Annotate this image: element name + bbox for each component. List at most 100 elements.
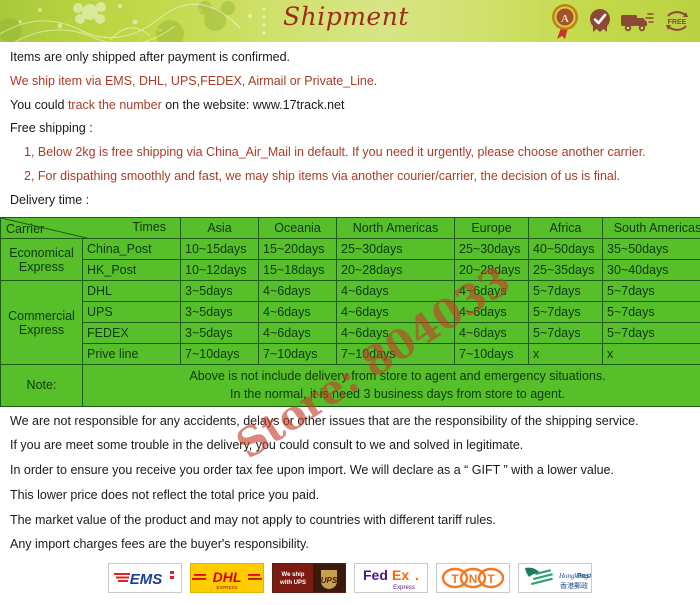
cell-china-post-africa: 40~50days: [528, 238, 603, 261]
disclaimer-line: This lower price does not reflect the to…: [10, 487, 320, 502]
svg-text:DHL: DHL: [213, 569, 242, 585]
region-header-oceania: Oceania: [258, 217, 337, 240]
cell-china-post-north-americas: 25~30days: [336, 238, 455, 261]
cell-hk-post-asia: 10~12days: [180, 259, 259, 282]
region-header-asia: Asia: [180, 217, 259, 240]
ups-logo-icon: We ship with UPS UPS: [273, 564, 345, 592]
tracking-website: on the website: www.17track.net: [161, 97, 345, 112]
free-shipping-item-1: 1, Below 2kg is free shipping via China_…: [24, 145, 646, 159]
table-row: Commercial Express DHL 3~5days 4~6days 4~…: [0, 280, 700, 366]
cell-prive-line-africa-unavailable: x: [528, 343, 603, 366]
cell-prive-line-oceania: 7~10days: [258, 343, 337, 366]
intro-line-carriers: We ship item via EMS, DHL, UPS,FEDEX, Ai…: [10, 73, 378, 88]
cell-dhl-south-americas: 5~7days: [602, 280, 700, 303]
cell-china-post-oceania: 15~20days: [258, 238, 337, 261]
group-label-commercial-express: Commercial Express: [0, 280, 83, 366]
region-header-europe: Europe: [454, 217, 529, 240]
carrier-name-china-post: China_Post: [82, 238, 181, 261]
ups-logo: We ship with UPS UPS: [272, 563, 346, 593]
svg-text:UPS: UPS: [321, 576, 338, 585]
svg-text:T: T: [487, 572, 495, 586]
ems-logo-icon: EMS: [114, 571, 174, 588]
cell-ups-africa: 5~7days: [528, 301, 603, 324]
cell-fedex-europe: 4~6days: [454, 322, 529, 345]
table-row: UPS 3~5days 4~6days 4~6days 4~6days 5~7d…: [1, 301, 700, 324]
hongkong-post-logo-icon: Hongkong Post 香港郵政: [525, 567, 591, 590]
region-header-south-americas: South Americas: [602, 217, 700, 240]
shipment-page: Shipment A FREE Items are only shipped a…: [0, 0, 700, 605]
cell-hk-post-south-americas: 30~40days: [602, 259, 700, 282]
cell-ups-oceania: 4~6days: [258, 301, 337, 324]
cell-prive-line-asia: 7~10days: [180, 343, 259, 366]
table-row: Prive line 7~10days 7~10days 7~10days 7~…: [1, 343, 700, 366]
header-banner: Shipment A FREE: [0, 0, 700, 42]
page-title: Shipment: [283, 2, 409, 31]
cell-hk-post-oceania: 15~18days: [258, 259, 337, 282]
cell-hk-post-africa: 25~35days: [528, 259, 603, 282]
cell-fedex-africa: 5~7days: [528, 322, 603, 345]
disclaimer-line: In order to ensure you receive you order…: [10, 463, 614, 477]
cell-prive-line-south-americas-unavailable: x: [602, 343, 700, 366]
group-label-line1: Economical: [9, 245, 74, 260]
delivery-time-label: Delivery time :: [10, 192, 90, 207]
table-note-row: Note: Above is not include delivery from…: [0, 364, 700, 407]
note-body: Above is not include delivery from store…: [82, 364, 700, 407]
note-line-1: Above is not include delivery from store…: [189, 369, 606, 384]
region-header-africa: Africa: [528, 217, 603, 240]
group-label-line1: Commercial: [8, 308, 75, 323]
tnt-logo: T N T: [436, 563, 510, 593]
table-row: Economical Express China_Post 10~15days 1…: [0, 238, 700, 282]
trust-badges: A FREE: [550, 2, 692, 40]
hongkong-post-logo: Hongkong Post 香港郵政: [518, 563, 592, 593]
cell-fedex-oceania: 4~6days: [258, 322, 337, 345]
intro-line-payment: Items are only shipped after payment is …: [10, 50, 290, 64]
cell-dhl-oceania: 4~6days: [258, 280, 337, 303]
svg-text:N: N: [469, 572, 478, 586]
svg-text:Express: Express: [393, 585, 415, 591]
carrier-name-dhl: DHL: [82, 280, 181, 303]
region-header-north-americas: North Americas: [336, 217, 455, 240]
disclaimer-line: If you are meet some trouble in the deli…: [10, 438, 524, 453]
cell-prive-line-north-americas: 7~10days: [336, 343, 455, 366]
track-number-link[interactable]: track the number: [68, 98, 162, 112]
cell-hk-post-europe: 20~28days: [454, 259, 529, 282]
intro-text-block: Items are only shipped after payment is …: [0, 42, 700, 207]
free-shipping-icon: FREE: [666, 11, 688, 31]
svg-text:T: T: [451, 572, 459, 586]
fedex-logo: Fed Ex Express: [354, 563, 428, 593]
delivery-time-table-wrap: Times Carrier Asia Oceania North America…: [0, 217, 700, 469]
cell-dhl-north-americas: 4~6days: [336, 280, 455, 303]
cell-fedex-south-americas: 5~7days: [602, 322, 700, 345]
carrier-logo-row: EMS DHL EXPRESS We ship with UPS UPS Fed…: [0, 563, 700, 593]
floral-decoration: [0, 1, 266, 42]
check-badge-icon: [590, 9, 610, 32]
cell-dhl-europe: 4~6days: [454, 280, 529, 303]
carrier-name-hk-post: HK_Post: [82, 259, 181, 282]
cell-ups-north-americas: 4~6days: [336, 301, 455, 324]
cell-fedex-north-americas: 4~6days: [336, 322, 455, 345]
cell-china-post-south-americas: 35~50days: [602, 238, 700, 261]
truck-icon: [621, 13, 654, 32]
svg-text:Fed: Fed: [363, 567, 388, 583]
disclaimer-line: Any import charges fees are the buyer's …: [10, 537, 309, 552]
delivery-time-table: Times Carrier Asia Oceania North America…: [0, 217, 700, 407]
note-label: Note:: [0, 364, 83, 407]
cell-hk-post-north-americas: 20~28days: [336, 259, 455, 282]
group-label-economical-express: Economical Express: [0, 238, 83, 282]
tracking-prefix: You could: [10, 97, 68, 112]
table-row: FEDEX 3~5days 4~6days 4~6days 4~6days 5~…: [1, 322, 700, 345]
carrier-name-prive-line: Prive line: [82, 343, 181, 366]
carrier-name-fedex: FEDEX: [82, 322, 181, 345]
cell-ups-asia: 3~5days: [180, 301, 259, 324]
corner-times-label: Times: [132, 220, 166, 235]
svg-text:EMS: EMS: [130, 571, 163, 588]
free-shipping-label: Free shipping :: [10, 121, 93, 136]
cell-prive-line-europe: 7~10days: [454, 343, 529, 366]
table-row: HK_Post 10~12days 15~18days 20~28days 20…: [1, 259, 700, 282]
cell-dhl-asia: 3~5days: [180, 280, 259, 303]
svg-text:with UPS: with UPS: [279, 580, 306, 586]
svg-text:We ship: We ship: [282, 572, 305, 578]
disclaimer-line: The market value of the product and may …: [10, 512, 496, 527]
svg-text:Post: Post: [577, 573, 591, 580]
free-shipping-item-2: 2, For dispathing smoothly and fast, we …: [24, 168, 621, 183]
